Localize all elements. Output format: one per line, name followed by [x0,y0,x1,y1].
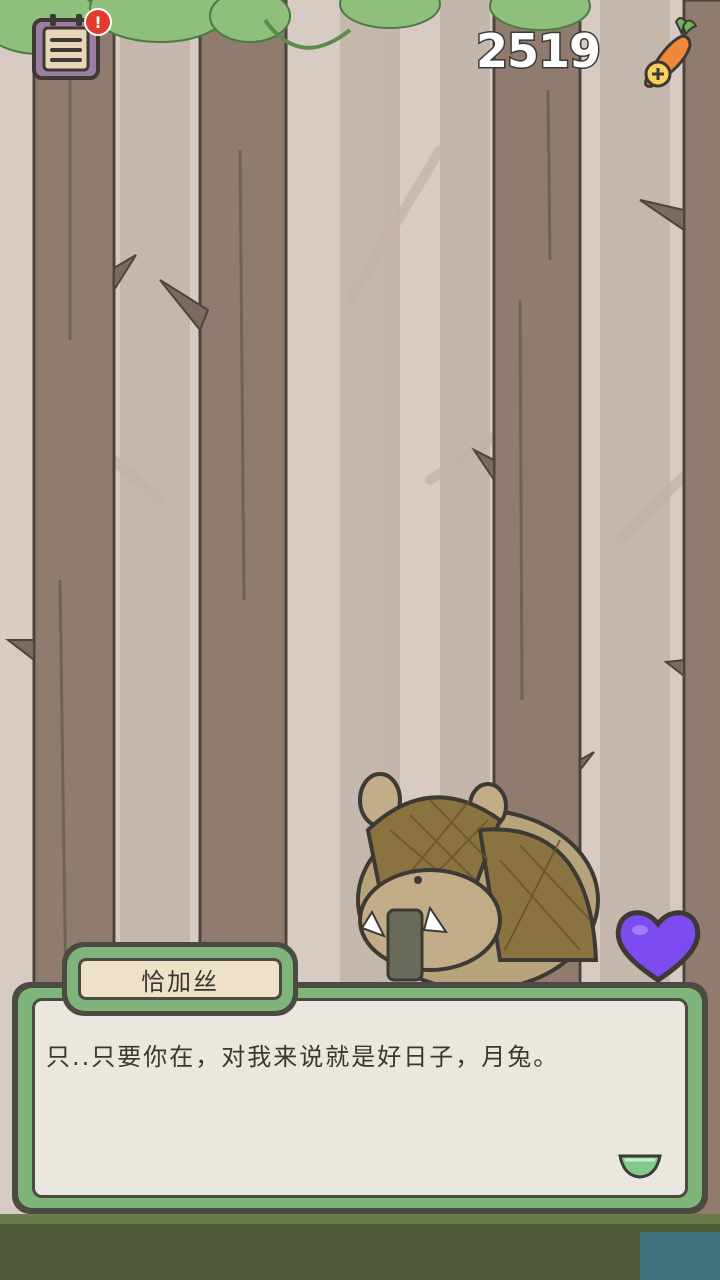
speaker-name: 恰加丝 [141,967,219,996]
dialog-box[interactable] [12,982,708,1214]
notification-badge: ! [84,8,112,36]
carrot-count: 2519 [474,24,602,78]
speaker-name-tab: 恰加丝 [62,942,298,1016]
affection-heart-button[interactable] [612,904,704,984]
heart-icon [615,910,701,984]
dialog-line: 只..只要你在，对我来说就是好日子，月兔。 [46,1043,560,1071]
continue-button[interactable] [616,1150,664,1180]
carrot-add-icon [644,17,698,88]
dialog-panel [32,998,688,1198]
continue-arrow-icon [618,1154,662,1179]
carrot-add-button[interactable] [624,14,704,94]
